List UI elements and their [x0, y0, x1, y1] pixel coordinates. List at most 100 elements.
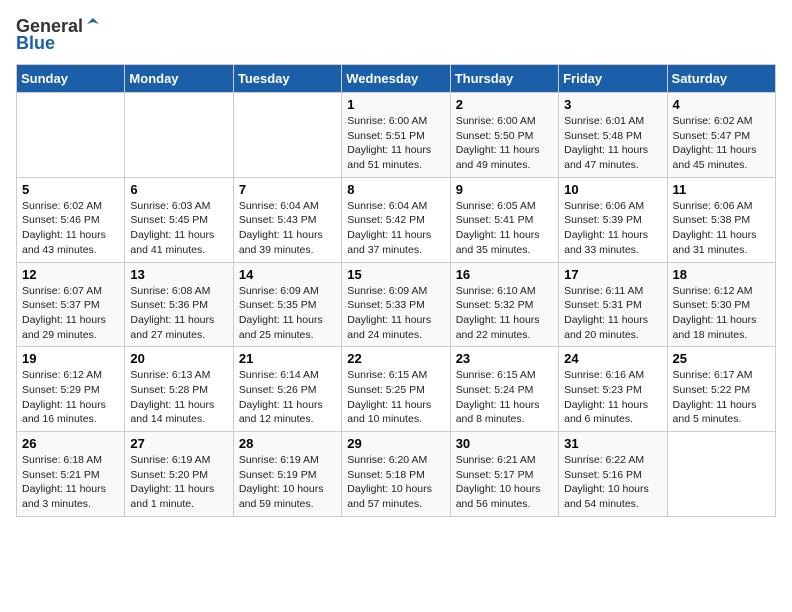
day-info: Sunrise: 6:16 AM Sunset: 5:23 PM Dayligh… — [564, 368, 661, 427]
calendar-cell: 14 Sunrise: 6:09 AM Sunset: 5:35 PM Dayli… — [233, 262, 341, 347]
calendar-week-row: 1Sunrise: 6:00 AM Sunset: 5:51 PM Daylig… — [17, 93, 776, 178]
day-info: Sunrise: 6:14 AM Sunset: 5:26 PM Dayligh… — [239, 368, 336, 427]
day-info: Sunrise: 6:12 AM Sunset: 5:29 PM Dayligh… — [22, 368, 119, 427]
day-number: 27 — [130, 436, 227, 451]
day-number: 24 — [564, 351, 661, 366]
calendar-cell — [667, 432, 775, 517]
day-header-friday: Friday — [559, 65, 667, 93]
day-number: 21 — [239, 351, 336, 366]
calendar-cell: 24 Sunrise: 6:16 AM Sunset: 5:23 PM Dayli… — [559, 347, 667, 432]
day-header-tuesday: Tuesday — [233, 65, 341, 93]
day-info: Sunrise: 6:09 AM Sunset: 5:33 PM Dayligh… — [347, 284, 444, 343]
day-number: 31 — [564, 436, 661, 451]
day-info: Sunrise: 6:02 AM Sunset: 5:46 PM Dayligh… — [22, 199, 119, 258]
calendar-cell: 18 Sunrise: 6:12 AM Sunset: 5:30 PM Dayli… — [667, 262, 775, 347]
calendar-cell — [233, 93, 341, 178]
day-header-wednesday: Wednesday — [342, 65, 450, 93]
day-info: Sunrise: 6:18 AM Sunset: 5:21 PM Dayligh… — [22, 453, 119, 512]
day-number: 10 — [564, 182, 661, 197]
day-number: 16 — [456, 267, 553, 282]
day-info: Sunrise: 6:15 AM Sunset: 5:25 PM Dayligh… — [347, 368, 444, 427]
day-info: Sunrise: 6:20 AM Sunset: 5:18 PM Dayligh… — [347, 453, 444, 512]
calendar-cell: 3 Sunrise: 6:01 AM Sunset: 5:48 PM Daylig… — [559, 93, 667, 178]
calendar-cell: 2 Sunrise: 6:00 AM Sunset: 5:50 PM Daylig… — [450, 93, 558, 178]
calendar-cell: 7 Sunrise: 6:04 AM Sunset: 5:43 PM Daylig… — [233, 177, 341, 262]
calendar-cell: 29Sunrise: 6:20 AM Sunset: 5:18 PM Dayli… — [342, 432, 450, 517]
logo-icon — [85, 16, 101, 32]
day-number: 30 — [456, 436, 553, 451]
calendar-cell: 11Sunrise: 6:06 AM Sunset: 5:38 PM Dayli… — [667, 177, 775, 262]
day-number: 14 — [239, 267, 336, 282]
day-info: Sunrise: 6:01 AM Sunset: 5:48 PM Dayligh… — [564, 114, 661, 173]
calendar-header-row: SundayMondayTuesdayWednesdayThursdayFrid… — [17, 65, 776, 93]
calendar-cell: 4 Sunrise: 6:02 AM Sunset: 5:47 PM Daylig… — [667, 93, 775, 178]
logo-blue: Blue — [16, 33, 55, 54]
day-number: 1 — [347, 97, 444, 112]
calendar-cell: 31 Sunrise: 6:22 AM Sunset: 5:16 PM Dayli… — [559, 432, 667, 517]
calendar-cell — [125, 93, 233, 178]
calendar-cell: 28Sunrise: 6:19 AM Sunset: 5:19 PM Dayli… — [233, 432, 341, 517]
calendar-cell: 13 Sunrise: 6:08 AM Sunset: 5:36 PM Dayli… — [125, 262, 233, 347]
day-info: Sunrise: 6:03 AM Sunset: 5:45 PM Dayligh… — [130, 199, 227, 258]
day-info: Sunrise: 6:12 AM Sunset: 5:30 PM Dayligh… — [673, 284, 770, 343]
day-number: 23 — [456, 351, 553, 366]
day-header-sunday: Sunday — [17, 65, 125, 93]
day-info: Sunrise: 6:00 AM Sunset: 5:50 PM Dayligh… — [456, 114, 553, 173]
day-number: 25 — [673, 351, 770, 366]
day-info: Sunrise: 6:08 AM Sunset: 5:36 PM Dayligh… — [130, 284, 227, 343]
day-info: Sunrise: 6:04 AM Sunset: 5:43 PM Dayligh… — [239, 199, 336, 258]
day-info: Sunrise: 6:13 AM Sunset: 5:28 PM Dayligh… — [130, 368, 227, 427]
calendar-cell: 9 Sunrise: 6:05 AM Sunset: 5:41 PM Daylig… — [450, 177, 558, 262]
day-number: 8 — [347, 182, 444, 197]
calendar-table: SundayMondayTuesdayWednesdayThursdayFrid… — [16, 64, 776, 517]
day-info: Sunrise: 6:15 AM Sunset: 5:24 PM Dayligh… — [456, 368, 553, 427]
calendar-cell — [17, 93, 125, 178]
calendar-cell: 8 Sunrise: 6:04 AM Sunset: 5:42 PM Daylig… — [342, 177, 450, 262]
day-number: 19 — [22, 351, 119, 366]
day-number: 9 — [456, 182, 553, 197]
day-info: Sunrise: 6:05 AM Sunset: 5:41 PM Dayligh… — [456, 199, 553, 258]
day-number: 13 — [130, 267, 227, 282]
calendar-cell: 19 Sunrise: 6:12 AM Sunset: 5:29 PM Dayli… — [17, 347, 125, 432]
day-header-monday: Monday — [125, 65, 233, 93]
day-header-thursday: Thursday — [450, 65, 558, 93]
day-info: Sunrise: 6:09 AM Sunset: 5:35 PM Dayligh… — [239, 284, 336, 343]
day-info: Sunrise: 6:07 AM Sunset: 5:37 PM Dayligh… — [22, 284, 119, 343]
day-info: Sunrise: 6:11 AM Sunset: 5:31 PM Dayligh… — [564, 284, 661, 343]
logo: General Blue — [16, 16, 101, 54]
day-number: 4 — [673, 97, 770, 112]
day-number: 26 — [22, 436, 119, 451]
calendar-cell: 23 Sunrise: 6:15 AM Sunset: 5:24 PM Dayli… — [450, 347, 558, 432]
day-header-saturday: Saturday — [667, 65, 775, 93]
calendar-cell: 21 Sunrise: 6:14 AM Sunset: 5:26 PM Dayli… — [233, 347, 341, 432]
day-info: Sunrise: 6:10 AM Sunset: 5:32 PM Dayligh… — [456, 284, 553, 343]
calendar-cell: 12 Sunrise: 6:07 AM Sunset: 5:37 PM Dayli… — [17, 262, 125, 347]
calendar-cell: 16 Sunrise: 6:10 AM Sunset: 5:32 PM Dayli… — [450, 262, 558, 347]
day-number: 20 — [130, 351, 227, 366]
day-info: Sunrise: 6:06 AM Sunset: 5:39 PM Dayligh… — [564, 199, 661, 258]
day-info: Sunrise: 6:17 AM Sunset: 5:22 PM Dayligh… — [673, 368, 770, 427]
calendar-cell: 27Sunrise: 6:19 AM Sunset: 5:20 PM Dayli… — [125, 432, 233, 517]
calendar-cell: 20 Sunrise: 6:13 AM Sunset: 5:28 PM Dayli… — [125, 347, 233, 432]
calendar-cell: 15Sunrise: 6:09 AM Sunset: 5:33 PM Dayli… — [342, 262, 450, 347]
calendar-week-row: 19 Sunrise: 6:12 AM Sunset: 5:29 PM Dayli… — [17, 347, 776, 432]
day-number: 6 — [130, 182, 227, 197]
calendar-cell: 30Sunrise: 6:21 AM Sunset: 5:17 PM Dayli… — [450, 432, 558, 517]
calendar-cell: 22 Sunrise: 6:15 AM Sunset: 5:25 PM Dayli… — [342, 347, 450, 432]
day-info: Sunrise: 6:19 AM Sunset: 5:19 PM Dayligh… — [239, 453, 336, 512]
day-info: Sunrise: 6:02 AM Sunset: 5:47 PM Dayligh… — [673, 114, 770, 173]
day-number: 22 — [347, 351, 444, 366]
day-number: 5 — [22, 182, 119, 197]
day-number: 7 — [239, 182, 336, 197]
day-number: 18 — [673, 267, 770, 282]
day-number: 11 — [673, 182, 770, 197]
day-info: Sunrise: 6:04 AM Sunset: 5:42 PM Dayligh… — [347, 199, 444, 258]
day-info: Sunrise: 6:22 AM Sunset: 5:16 PM Dayligh… — [564, 453, 661, 512]
page-header: General Blue — [16, 16, 776, 54]
day-number: 3 — [564, 97, 661, 112]
day-number: 12 — [22, 267, 119, 282]
day-number: 2 — [456, 97, 553, 112]
calendar-cell: 6 Sunrise: 6:03 AM Sunset: 5:45 PM Daylig… — [125, 177, 233, 262]
calendar-cell: 5 Sunrise: 6:02 AM Sunset: 5:46 PM Daylig… — [17, 177, 125, 262]
day-number: 17 — [564, 267, 661, 282]
